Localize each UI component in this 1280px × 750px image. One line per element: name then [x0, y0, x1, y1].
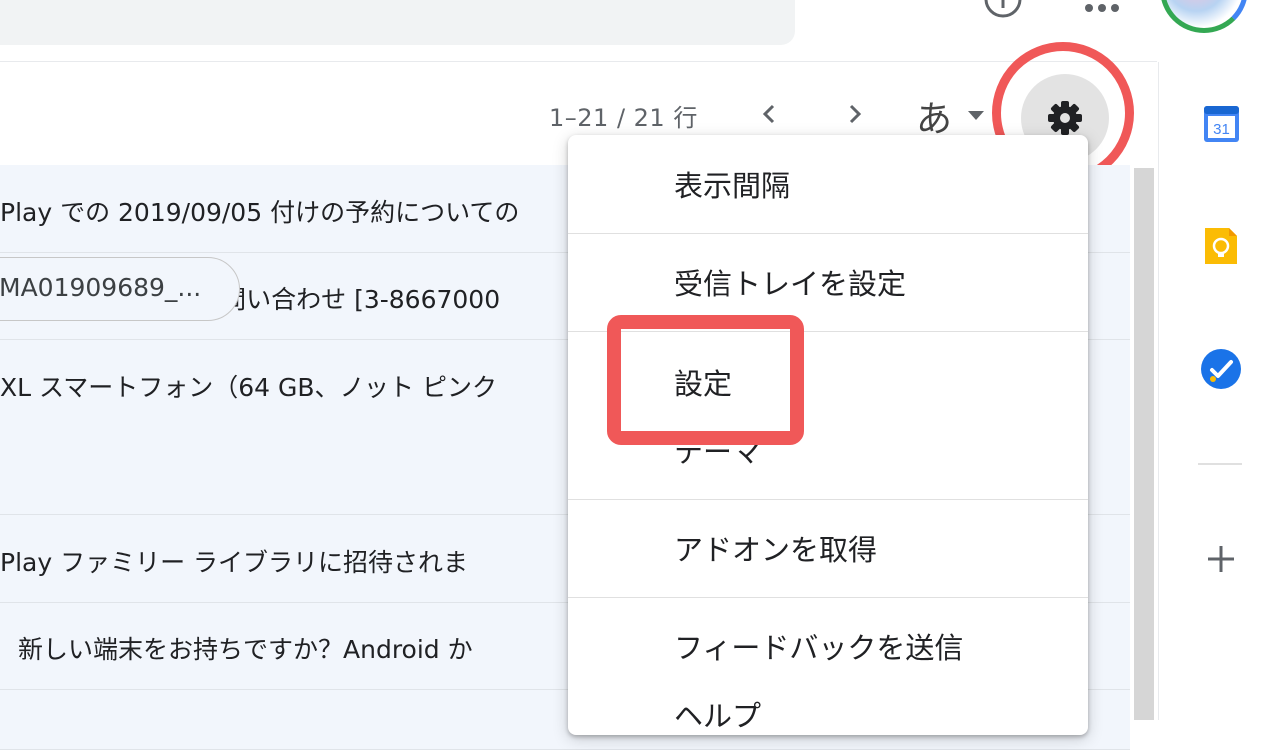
email-subject: XL スマートフォン（64 GB、ノット ピンク	[0, 373, 497, 402]
topbar-divider	[0, 61, 1157, 62]
menu-separator	[568, 597, 1088, 598]
calendar-day: 31	[1213, 121, 1230, 138]
menu-separator	[568, 331, 1088, 332]
menu-item-themes[interactable]: テーマ	[674, 429, 761, 471]
search-bar[interactable]	[0, 0, 795, 45]
menu-item-settings[interactable]: 設定	[674, 361, 732, 403]
plus-icon[interactable]	[1200, 538, 1242, 580]
keep-icon[interactable]	[1201, 226, 1241, 266]
scrollbar-thumb[interactable]	[1134, 168, 1154, 720]
attachment-chip[interactable]: MA01909689_...	[0, 257, 240, 321]
tasks-icon[interactable]	[1200, 348, 1242, 390]
account-avatar[interactable]	[1160, 0, 1248, 33]
pagination-text: 1–21 / 21 行	[549, 104, 698, 132]
chevron-left-icon[interactable]	[752, 95, 786, 133]
email-subject: Play での 2019/09/05 付けの予約についての	[0, 198, 520, 227]
email-subject: 新しい端末をお持ちですか？Android か	[18, 635, 473, 664]
caret-down-icon[interactable]	[966, 108, 986, 122]
calendar-icon[interactable]: 31	[1203, 103, 1240, 143]
chevron-right-icon[interactable]	[838, 95, 872, 133]
email-subject: Play ファミリー ライブラリに招待されま	[0, 548, 469, 577]
settings-menu: 表示間隔 受信トレイを設定 設定 テーマ アドオンを取得 フィードバックを送信 …	[568, 135, 1088, 735]
menu-item-configure-inbox[interactable]: 受信トレイを設定	[674, 261, 906, 303]
menu-item-help[interactable]: ヘルプ	[674, 693, 761, 735]
help-icon[interactable]	[982, 0, 1024, 20]
apps-icon[interactable]	[1083, 0, 1123, 16]
attachment-chip-label: MA01909689_...	[0, 273, 202, 302]
menu-separator	[568, 233, 1088, 234]
menu-item-send-feedback[interactable]: フィードバックを送信	[674, 625, 963, 667]
menu-item-get-addons[interactable]: アドオンを取得	[674, 527, 877, 569]
side-panel	[1158, 62, 1280, 720]
gear-icon[interactable]	[1043, 96, 1087, 140]
menu-item-display-density[interactable]: 表示間隔	[674, 163, 790, 205]
side-panel-divider	[1198, 463, 1242, 465]
menu-separator	[568, 499, 1088, 500]
